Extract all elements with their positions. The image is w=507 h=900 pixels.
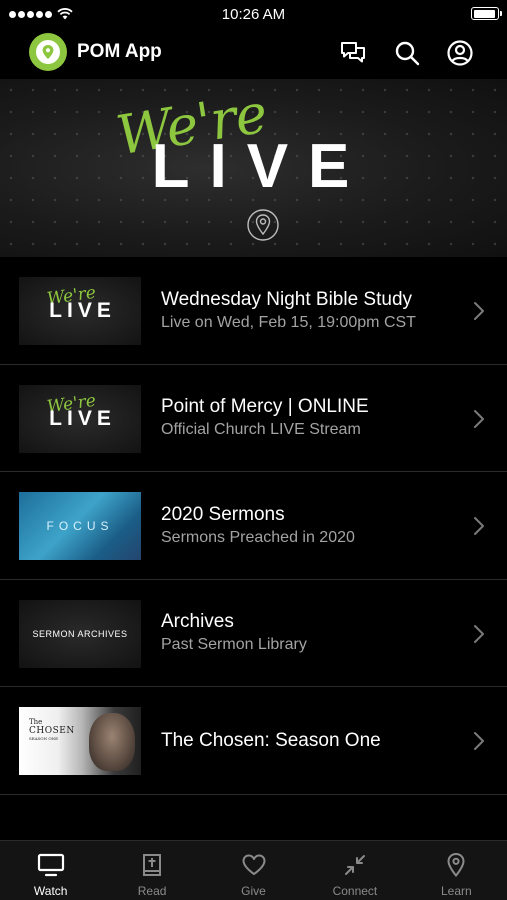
list-item[interactable]: We're LIVE Point of Mercy | ONLINE Offic… [0,365,507,473]
app-logo[interactable] [29,33,67,71]
item-title: Wednesday Night Bible Study [161,288,413,310]
account-icon[interactable] [446,39,474,67]
thumbnail: The CHOSEN SEASON ONE [19,707,141,775]
item-title: Point of Mercy | ONLINE [161,396,369,418]
item-title: 2020 Sermons [161,503,285,525]
tab-label: Connect [332,884,378,898]
item-text: Wednesday Night Bible Study Live on Wed,… [161,257,416,365]
battery-icon [471,7,502,20]
tab-label: Watch [33,884,68,898]
item-text: Point of Mercy | ONLINE Official Church … [161,365,369,473]
chevron-right-icon [474,624,484,643]
chat-icon[interactable] [339,39,367,67]
item-subtitle: Sermons Preached in 2020 [161,528,355,546]
thumbnail: SERMON ARCHIVES [19,599,141,668]
hero-live-text: LIVE [151,132,370,201]
tab-label: Learn [440,884,472,898]
item-title: Archives [161,611,234,633]
thumbnail-subtext: SEASON ONE [29,735,59,741]
item-text: Archives Past Sermon Library [161,580,307,688]
list-item[interactable]: SERMON ARCHIVES Archives Past Sermon Lib… [0,580,507,688]
item-text: The Chosen: Season One [161,687,381,795]
item-subtitle: Past Sermon Library [161,636,307,654]
app-title: POM App [77,41,162,62]
tab-connect[interactable]: Connect [304,841,405,900]
thumbnail: FOCUS [19,492,141,560]
tab-learn[interactable]: Learn [406,841,507,900]
item-subtitle: Official Church LIVE Stream [161,421,361,439]
heart-icon [240,851,268,879]
tab-bar: Watch Read Give Connect Learn [0,840,507,900]
connect-icon [341,851,369,879]
chevron-right-icon [474,732,484,750]
thumbnail-text: LIVE [49,299,116,322]
thumbnail-title: The CHOSEN SEASON ONE [29,718,75,741]
tab-watch[interactable]: Watch [0,841,101,900]
location-pin-icon [442,851,470,879]
search-icon[interactable] [393,39,421,67]
tab-label: Read [137,884,167,898]
logo-pin-icon [36,40,60,64]
item-text: 2020 Sermons Sermons Preached in 2020 [161,472,355,580]
thumbnail-text: SERMON ARCHIVES [32,628,128,639]
thumbnail: We're LIVE [19,277,141,345]
list-item[interactable]: FOCUS 2020 Sermons Sermons Preached in 2… [0,472,507,580]
item-subtitle: Live on Wed, Feb 15, 19:00pm CST [161,313,416,331]
thumbnail: We're LIVE [19,384,141,453]
app-header: POM App [0,28,507,78]
chevron-right-icon [474,302,484,320]
portrait-image [89,713,135,771]
item-title: The Chosen: Season One [161,729,381,751]
location-pin-icon [247,209,279,241]
list-item[interactable]: The CHOSEN SEASON ONE The Chosen: Season… [0,687,507,795]
tab-give[interactable]: Give [203,841,304,900]
tv-icon [37,851,65,879]
live-hero-banner[interactable]: We're LIVE [0,79,507,257]
list-item[interactable]: We're LIVE Wednesday Night Bible Study L… [0,257,507,365]
chevron-right-icon [474,409,484,428]
tab-label: Give [241,884,266,898]
tab-read[interactable]: Read [101,841,202,900]
thumbnail-text: FOCUS [46,519,114,533]
thumbnail-text: LIVE [49,406,116,430]
media-list: We're LIVE Wednesday Night Bible Study L… [0,257,507,795]
status-time: 10:26 AM [221,6,286,23]
status-bar: 10:26 AM [0,0,507,28]
chevron-right-icon [474,517,484,535]
battery-level [473,9,495,18]
book-icon [138,851,166,879]
